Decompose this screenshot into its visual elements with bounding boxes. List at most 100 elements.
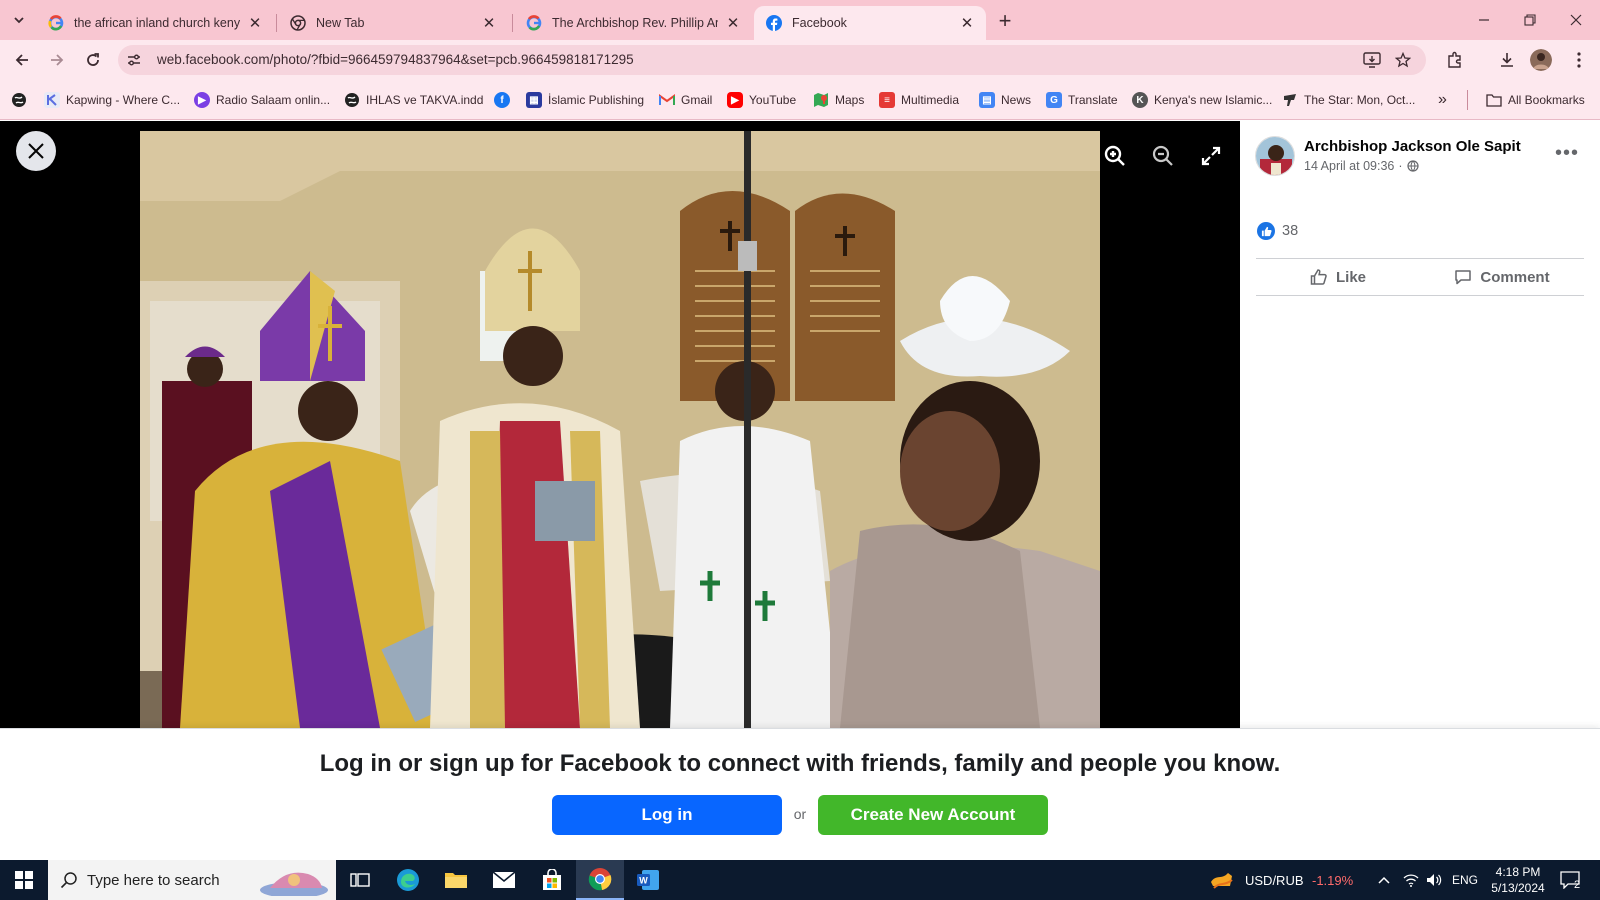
chevron-down-icon bbox=[14, 17, 24, 24]
bookmark-translate[interactable]: G Translate bbox=[1046, 91, 1118, 109]
bookmark-label: Multimedia bbox=[901, 93, 960, 107]
tab-3[interactable]: The Archbishop Rev. Phillip Any ✕ bbox=[514, 6, 752, 40]
profile-avatar[interactable] bbox=[1530, 49, 1552, 71]
bookmark-islamic-publishing[interactable]: ▦ İslamic Publishing bbox=[526, 91, 644, 109]
divider bbox=[1256, 295, 1584, 296]
site-info-icon[interactable] bbox=[126, 52, 142, 68]
photo-viewer bbox=[0, 121, 1240, 728]
create-account-button[interactable]: Create New Account bbox=[818, 795, 1048, 835]
comment-button[interactable]: Comment bbox=[1420, 259, 1584, 295]
task-view-icon[interactable] bbox=[336, 860, 384, 900]
chevron-up-icon[interactable] bbox=[1378, 860, 1390, 900]
bookmark-label: YouTube bbox=[749, 93, 797, 107]
bookmark-multimedia[interactable]: ≡ Multimedia bbox=[879, 91, 959, 109]
all-bookmarks-label: All Bookmarks bbox=[1508, 93, 1585, 107]
bookmark-kapwing[interactable]: Kapwing - Where C... bbox=[44, 91, 180, 109]
all-bookmarks-folder[interactable]: All Bookmarks bbox=[1486, 91, 1585, 109]
site-icon: K bbox=[1132, 92, 1148, 108]
more-bookmarks-button[interactable]: » bbox=[1438, 91, 1447, 109]
bookmark-label: İslamic Publishing bbox=[548, 93, 645, 107]
search-highlight-image bbox=[260, 872, 328, 896]
new-tab-button[interactable]: + bbox=[992, 8, 1018, 34]
post-timestamp[interactable]: 14 April at 09:36 bbox=[1304, 159, 1394, 173]
forward-button[interactable] bbox=[43, 46, 71, 74]
reload-icon bbox=[87, 53, 99, 66]
minimize-button[interactable] bbox=[1462, 4, 1506, 36]
file-explorer-icon[interactable] bbox=[432, 860, 480, 900]
address-bar[interactable]: web.facebook.com/photo/?fbid=96645979483… bbox=[118, 45, 1426, 75]
google-icon bbox=[526, 15, 542, 31]
double-chevron-right-icon: » bbox=[1438, 91, 1447, 108]
post-options-button[interactable]: ••• bbox=[1552, 141, 1582, 165]
ticker-label[interactable]: USD/RUB bbox=[1245, 860, 1304, 900]
reload-button[interactable] bbox=[79, 46, 107, 74]
tab-facebook[interactable]: Facebook ✕ bbox=[754, 6, 986, 40]
close-icon bbox=[1570, 14, 1582, 26]
bookmark-radio-salaam[interactable]: ▶ Radio Salaam onlin... bbox=[194, 91, 330, 109]
bookmark-label: Kapwing - Where C... bbox=[66, 93, 181, 107]
meta-separator: · bbox=[1398, 159, 1403, 173]
star-site-icon bbox=[1282, 92, 1298, 108]
login-banner: Log in or sign up for Facebook to connec… bbox=[0, 728, 1600, 860]
close-icon[interactable]: ✕ bbox=[958, 14, 976, 32]
ticker-icon[interactable] bbox=[1210, 860, 1234, 900]
author-avatar[interactable] bbox=[1255, 136, 1295, 176]
bookmark-news[interactable]: ▤ News bbox=[979, 91, 1031, 109]
translate-icon: G bbox=[1046, 92, 1062, 108]
like-button[interactable]: Like bbox=[1256, 259, 1420, 295]
post-meta: 14 April at 09:36 · bbox=[1304, 159, 1419, 173]
tab-search-button[interactable] bbox=[6, 7, 32, 33]
bookmark-maps[interactable]: Maps bbox=[813, 91, 864, 109]
language-indicator[interactable]: ENG bbox=[1452, 860, 1478, 900]
arrow-right-icon bbox=[51, 54, 64, 66]
restore-button[interactable] bbox=[1508, 4, 1552, 36]
url-text[interactable]: web.facebook.com/photo/?fbid=96645979483… bbox=[157, 52, 634, 67]
chrome-taskbar-icon[interactable] bbox=[576, 860, 624, 900]
login-button[interactable]: Log in bbox=[552, 795, 782, 835]
zoom-in-icon[interactable] bbox=[1100, 141, 1130, 171]
bookmark-youtube[interactable]: ▶ YouTube bbox=[727, 91, 796, 109]
close-icon[interactable]: ✕ bbox=[246, 14, 264, 32]
tab-2[interactable]: New Tab ✕ bbox=[278, 6, 508, 40]
news-icon: ▤ bbox=[979, 92, 995, 108]
close-icon[interactable]: ✕ bbox=[480, 14, 498, 32]
mail-icon[interactable] bbox=[480, 860, 528, 900]
taskbar-search[interactable]: Type here to search bbox=[48, 860, 336, 900]
network-icon[interactable] bbox=[1403, 860, 1419, 900]
tab-title: The Archbishop Rev. Phillip Any bbox=[552, 16, 718, 30]
start-button[interactable] bbox=[0, 860, 48, 900]
kebab-menu-icon[interactable] bbox=[1568, 49, 1590, 71]
reactions-summary[interactable]: 38 bbox=[1257, 222, 1298, 240]
comment-label: Comment bbox=[1480, 268, 1550, 286]
download-icon[interactable] bbox=[1496, 49, 1518, 71]
bookmark-label: Radio Salaam onlin... bbox=[216, 93, 331, 107]
post-photo[interactable] bbox=[140, 131, 1100, 728]
edge-icon[interactable] bbox=[384, 860, 432, 900]
tab-1[interactable]: the african inland church kenya ✕ bbox=[36, 6, 274, 40]
notifications-button[interactable]: 2 bbox=[1560, 860, 1580, 900]
system-clock[interactable]: 4:18 PM 5/13/2024 bbox=[1480, 864, 1556, 896]
bookmark-globe[interactable] bbox=[11, 91, 33, 109]
store-icon[interactable] bbox=[528, 860, 576, 900]
zoom-out-icon[interactable] bbox=[1148, 141, 1178, 171]
photo-illustration bbox=[140, 131, 1100, 728]
close-viewer-button[interactable] bbox=[16, 131, 56, 171]
bookmark-facebook[interactable]: f bbox=[494, 91, 516, 109]
word-icon[interactable]: W bbox=[624, 860, 672, 900]
bookmark-the-star[interactable]: The Star: Mon, Oct... bbox=[1282, 91, 1415, 109]
close-icon[interactable]: ✕ bbox=[724, 14, 742, 32]
install-app-icon[interactable] bbox=[1362, 50, 1382, 70]
bookmark-kenya-islamic[interactable]: K Kenya's new Islamic... bbox=[1132, 91, 1272, 109]
star-icon[interactable] bbox=[1393, 50, 1413, 70]
fullscreen-icon[interactable] bbox=[1196, 141, 1226, 171]
extensions-icon[interactable] bbox=[1444, 49, 1466, 71]
volume-icon[interactable] bbox=[1426, 860, 1442, 900]
window-close-button[interactable] bbox=[1554, 4, 1598, 36]
back-button[interactable] bbox=[8, 46, 36, 74]
clock-date: 5/13/2024 bbox=[1491, 881, 1545, 895]
globe-icon bbox=[11, 92, 27, 108]
bookmark-gmail[interactable]: Gmail bbox=[659, 91, 712, 109]
bookmark-ihlas[interactable]: IHLAS ve TAKVA.indd bbox=[344, 91, 483, 109]
search-icon bbox=[60, 872, 77, 889]
author-name[interactable]: Archbishop Jackson Ole Sapit bbox=[1304, 138, 1521, 155]
